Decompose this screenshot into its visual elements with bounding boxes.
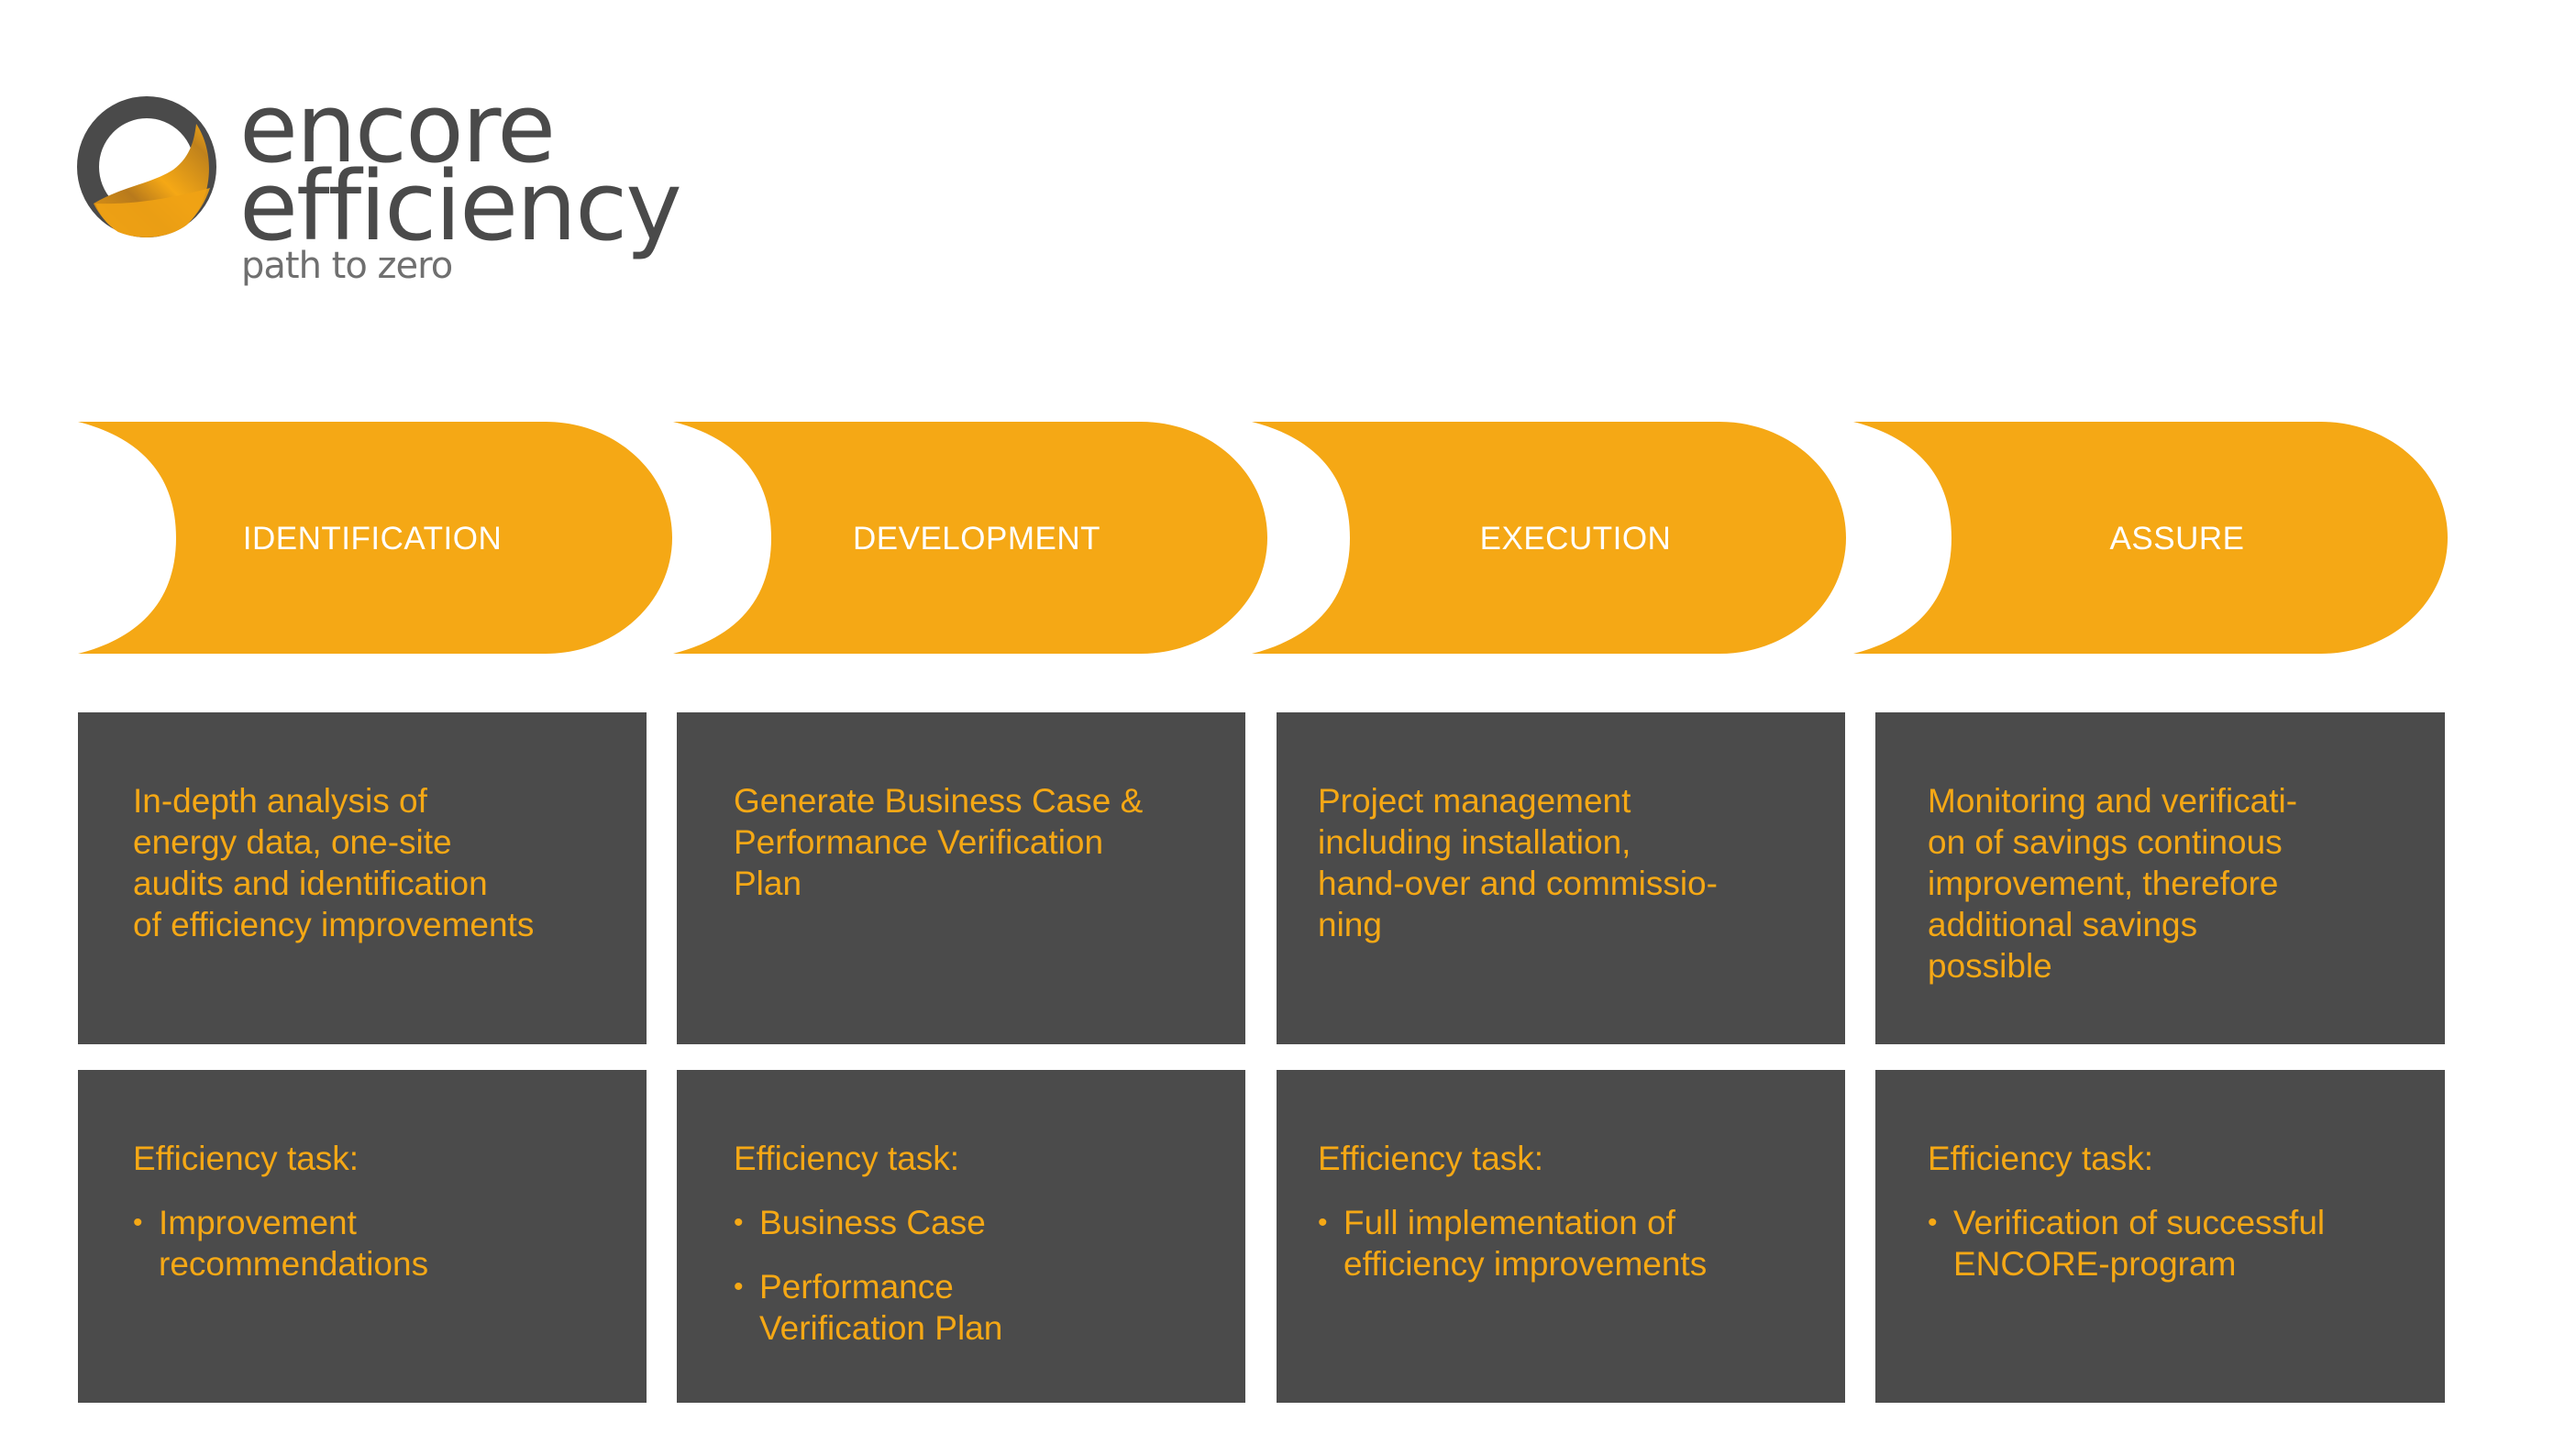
task-item: • Verification of successful ENCORE-progr… (1928, 1202, 2325, 1284)
description-text: Generate Business Case & Performance Ver… (734, 782, 1144, 902)
description-box-development: Generate Business Case & Performance Ver… (677, 712, 1245, 1044)
task-item-text: Verification of successful ENCORE-progra… (1953, 1204, 2326, 1283)
bullet-icon: • (1318, 1207, 1328, 1238)
task-item: • Improvement recommendations (133, 1202, 428, 1284)
task-item-text: Full implementation of efficiency improv… (1343, 1204, 1708, 1283)
task-item: • Business Case (734, 1202, 1002, 1243)
description-box-assure: Monitoring and verificati- on of savings… (1875, 712, 2445, 1044)
task-title: Efficiency task: (1928, 1140, 2154, 1177)
task-list: • Improvement recommendations (133, 1202, 428, 1307)
encore-logo-mark-icon (77, 96, 216, 237)
task-box-assure: Efficiency task: • Verification of succes… (1875, 1070, 2445, 1403)
task-title: Efficiency task: (133, 1140, 359, 1177)
task-item-text: Performance Verification Plan (759, 1268, 1003, 1347)
phase-label-execution: EXECUTION (1479, 521, 1672, 557)
description-box-identification: In-depth analysis of energy data, one-si… (78, 712, 647, 1044)
description-box-execution: Project management including installatio… (1277, 712, 1845, 1044)
phase-label-identification: IDENTIFICATION (242, 521, 503, 557)
bullet-icon: • (1928, 1207, 1938, 1238)
task-title: Efficiency task: (734, 1140, 960, 1177)
task-list: • Business Case • Performance Verification… (734, 1202, 1002, 1372)
description-text: In-depth analysis of energy data, one-si… (133, 782, 535, 943)
task-box-identification: Efficiency task: • Improvement recommenda… (78, 1070, 647, 1403)
task-item: • Performance Verification Plan (734, 1266, 1002, 1349)
task-list: • Verification of successful ENCORE-progr… (1928, 1202, 2325, 1307)
phase-label-development: DEVELOPMENT (853, 521, 1100, 557)
task-list: • Full implementation of efficiency impro… (1318, 1202, 1707, 1307)
description-text: Monitoring and verificati- on of savings… (1928, 782, 2298, 985)
bullet-icon: • (133, 1207, 143, 1238)
task-box-development: Efficiency task: • Business Case • Perform… (677, 1070, 1245, 1403)
brand-logo: encore efficiency path to zero (77, 81, 737, 303)
task-item-text: Business Case (759, 1204, 986, 1241)
task-item-text: Improvement recommendations (159, 1204, 429, 1283)
description-text: Project management including installatio… (1318, 782, 1718, 943)
bullet-icon: • (734, 1272, 744, 1302)
brand-name-line2: efficiency (239, 150, 682, 262)
task-title: Efficiency task: (1318, 1140, 1544, 1177)
task-item: • Full implementation of efficiency impro… (1318, 1202, 1707, 1284)
task-box-execution: Efficiency task: • Full implementation of… (1277, 1070, 1845, 1403)
bullet-icon: • (734, 1207, 744, 1238)
phase-label-assure: ASSURE (2109, 521, 2245, 557)
brand-tagline: path to zero (241, 245, 453, 287)
